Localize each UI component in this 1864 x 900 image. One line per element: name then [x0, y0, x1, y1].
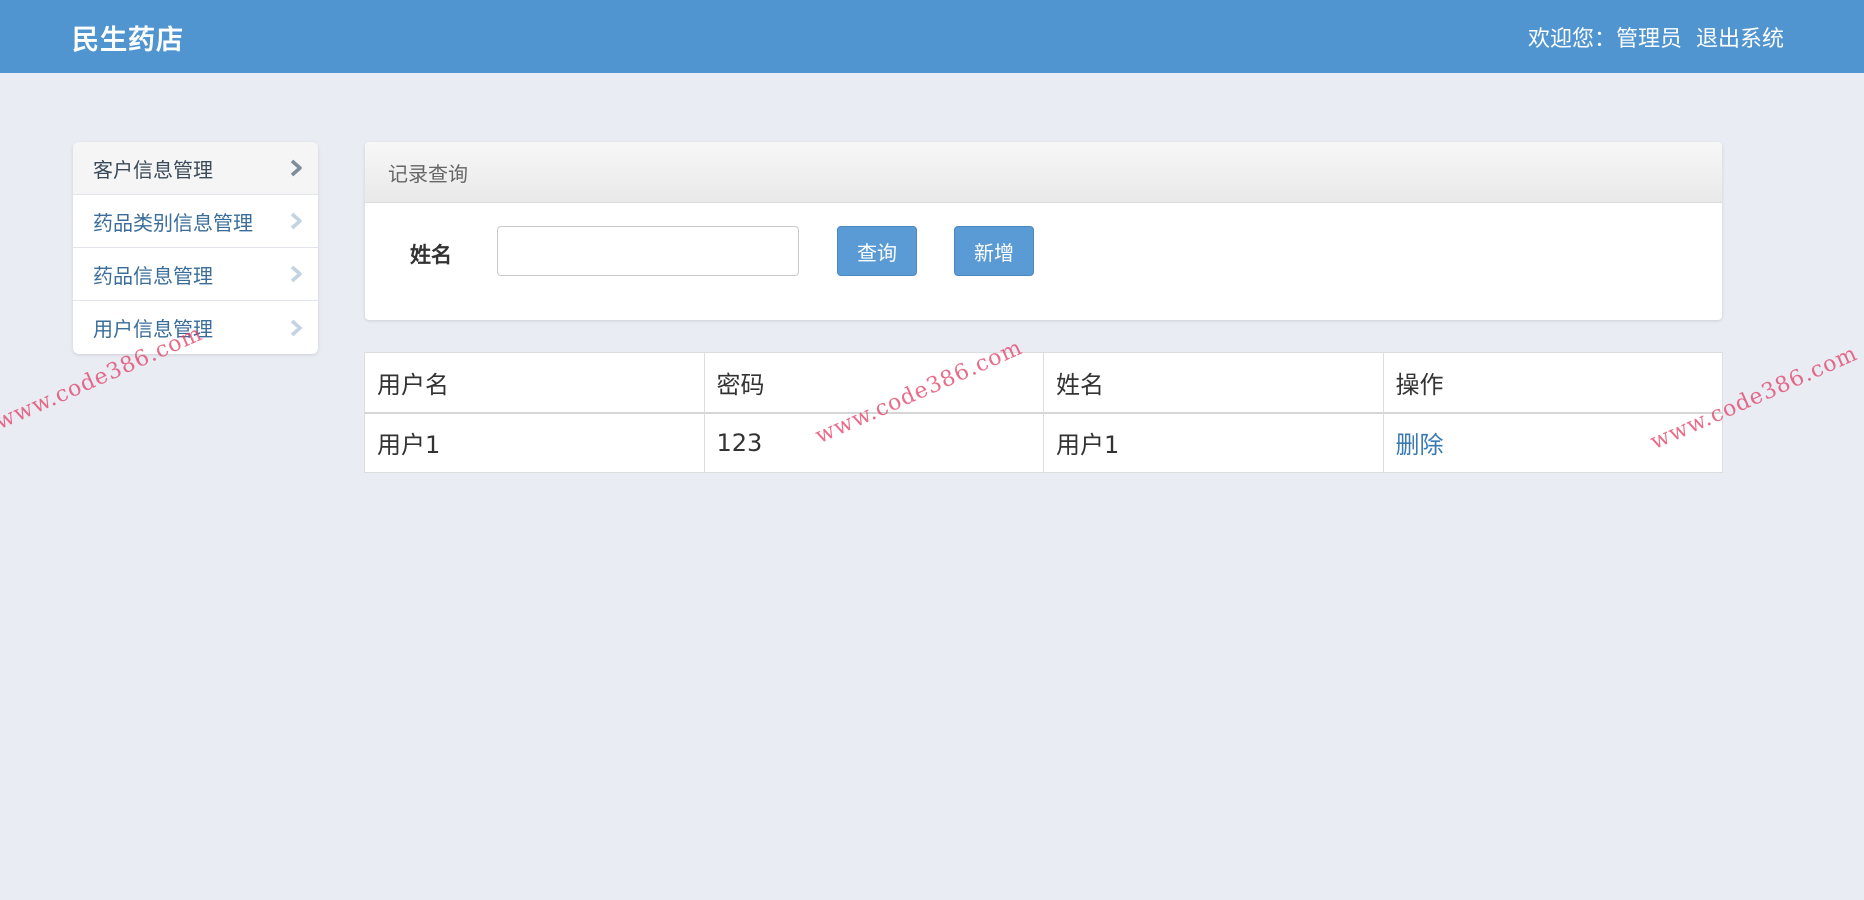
sidebar-item-label: 客户信息管理 — [93, 157, 213, 182]
column-header-name: 姓名 — [1043, 352, 1384, 414]
sidebar-item-customer-info[interactable]: 客户信息管理 — [73, 142, 318, 195]
sidebar: 客户信息管理 药品类别信息管理 药品信息管理 用户信息管理 — [73, 142, 318, 354]
add-button[interactable]: 新增 — [954, 226, 1034, 276]
top-navbar: 民生药店 欢迎您：管理员 退出系统 — [0, 0, 1864, 73]
column-header-username: 用户名 — [364, 352, 705, 414]
sidebar-item-user-info[interactable]: 用户信息管理 — [73, 301, 318, 354]
cell-username: 用户1 — [364, 412, 705, 473]
query-panel: 记录查询 姓名 查询 新增 — [365, 142, 1722, 320]
chevron-right-icon — [290, 265, 302, 283]
sidebar-item-drug-info[interactable]: 药品信息管理 — [73, 248, 318, 301]
cell-name: 用户1 — [1043, 412, 1384, 473]
name-input[interactable] — [497, 226, 799, 276]
search-button[interactable]: 查询 — [837, 226, 917, 276]
column-header-action: 操作 — [1382, 352, 1723, 414]
cell-action: 删除 — [1382, 412, 1723, 473]
brand-title: 民生药店 — [72, 25, 184, 56]
table-row: 用户1 123 用户1 删除 — [364, 412, 1723, 473]
welcome-text: 欢迎您：管理员 — [1527, 27, 1682, 52]
sidebar-item-label: 用户信息管理 — [93, 317, 213, 341]
delete-link[interactable]: 删除 — [1396, 431, 1444, 459]
column-header-password: 密码 — [703, 352, 1044, 414]
panel-title: 记录查询 — [365, 142, 1722, 203]
chevron-right-icon — [290, 159, 302, 177]
logout-link[interactable]: 退出系统 — [1696, 21, 1784, 53]
sidebar-item-label: 药品类别信息管理 — [93, 210, 253, 235]
name-label: 姓名 — [410, 243, 452, 267]
user-area: 欢迎您：管理员 退出系统 — [1528, 21, 1784, 53]
cell-password: 123 — [703, 412, 1044, 473]
sidebar-item-drug-category-info[interactable]: 药品类别信息管理 — [73, 195, 318, 248]
chevron-right-icon — [290, 212, 302, 230]
chevron-right-icon — [290, 319, 302, 336]
table-header-row: 用户名 密码 姓名 操作 — [364, 352, 1723, 414]
sidebar-item-label: 药品信息管理 — [93, 263, 213, 288]
user-table: 用户名 密码 姓名 操作 用户1 123 用户1 删除 — [364, 352, 1723, 473]
